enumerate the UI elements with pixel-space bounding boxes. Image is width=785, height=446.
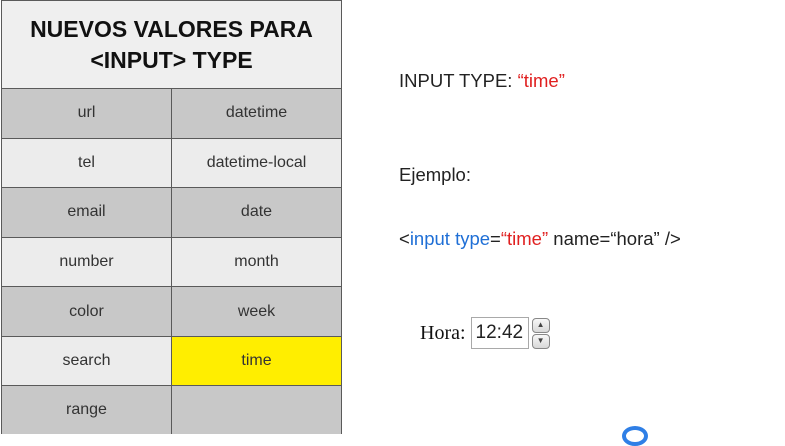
table-cell: month <box>171 236 342 288</box>
table-row: color week <box>1 286 342 337</box>
table-cell: email <box>1 187 172 238</box>
table-header: NUEVOS VALORES PARA <INPUT> TYPE <box>1 0 342 89</box>
table-row: number month <box>1 236 342 288</box>
table-cell: url <box>1 88 172 139</box>
table-row: url datetime <box>1 88 342 139</box>
time-input-demo: Hora: 12:42 ▲ ▼ <box>420 317 550 349</box>
table-header-line2: <INPUT> TYPE <box>90 46 253 73</box>
code-lt: < <box>399 228 410 249</box>
code-rest: name=“hora” /> <box>548 228 681 249</box>
title-value: “time” <box>517 70 565 91</box>
time-input[interactable]: 12:42 <box>470 317 529 349</box>
code-example: <input type=“time” name=“hora” /> <box>399 228 681 250</box>
table-cell: datetime <box>171 88 342 139</box>
table-cell: datetime-local <box>171 137 342 189</box>
table-row: search time <box>1 335 342 387</box>
table-row: tel datetime-local <box>1 137 342 189</box>
code-attr: type <box>455 228 491 249</box>
example-label: Ejemplo: <box>399 164 471 185</box>
input-types-table: NUEVOS VALORES PARA <INPUT> TYPE url dat… <box>1 0 342 434</box>
code-value: “time” <box>500 228 549 249</box>
table-header-line1: NUEVOS VALORES PARA <box>30 15 313 42</box>
spin-down-icon[interactable]: ▼ <box>531 333 550 349</box>
table-cell: date <box>171 187 342 238</box>
hora-label: Hora: <box>420 321 466 344</box>
table-cell: search <box>1 335 172 387</box>
table-cell: tel <box>1 137 172 189</box>
table-row: range <box>1 385 342 434</box>
table-cell: range <box>1 385 172 434</box>
code-eq: = <box>490 228 501 249</box>
partial-logo-icon <box>622 426 648 446</box>
code-tag: input <box>409 228 450 249</box>
table-cell-highlighted: time <box>171 335 342 387</box>
time-spinner: ▲ ▼ <box>531 317 550 349</box>
title-prefix: INPUT TYPE: <box>399 70 518 91</box>
table-cell: color <box>1 286 172 337</box>
table-cell: week <box>171 286 342 337</box>
spin-up-icon[interactable]: ▲ <box>531 317 550 333</box>
table-cell-empty <box>171 385 342 434</box>
table-row: email date <box>1 187 342 238</box>
table-cell: number <box>1 236 172 288</box>
input-type-title: INPUT TYPE: “time” <box>399 70 565 92</box>
